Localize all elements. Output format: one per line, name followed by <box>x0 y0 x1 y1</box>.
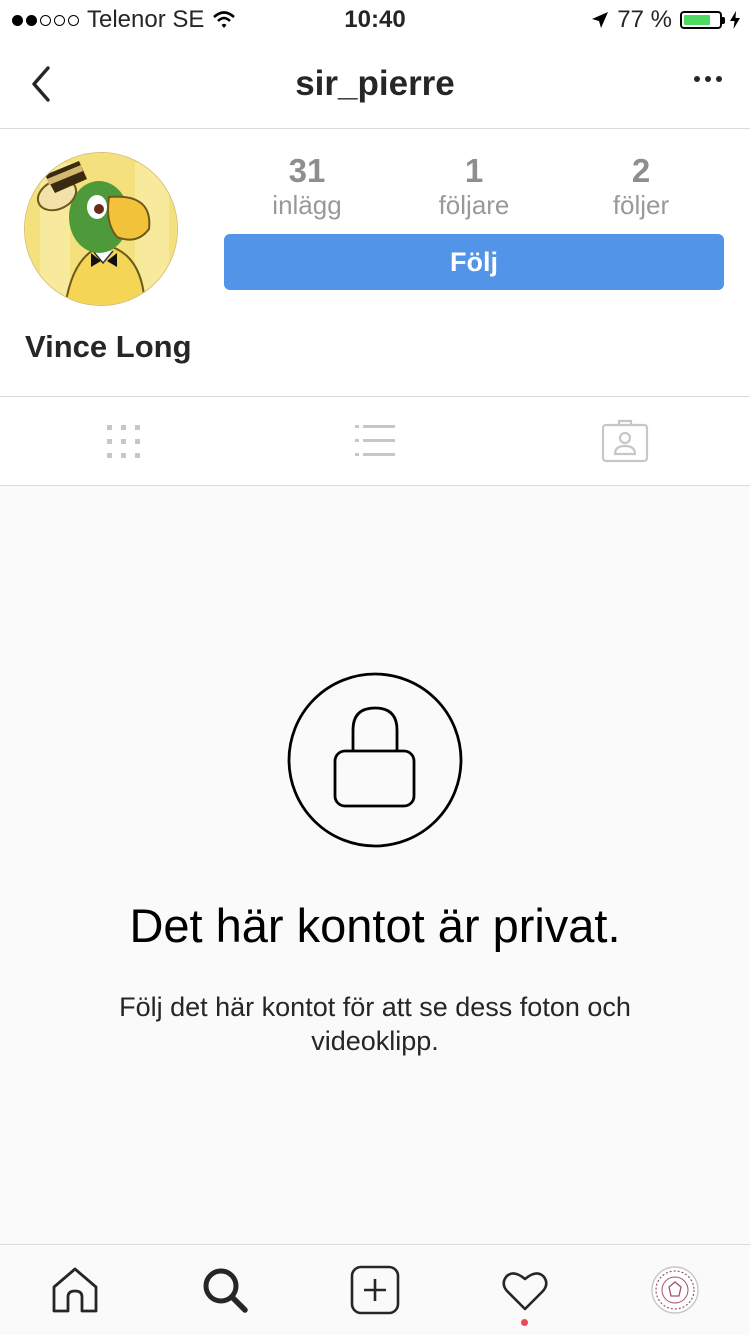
location-arrow-icon <box>592 12 609 28</box>
private-account-description: Följ det här kontot för att se dess foto… <box>119 992 631 1056</box>
heart-icon[interactable] <box>500 1265 550 1315</box>
more-options-icon[interactable] <box>694 76 722 82</box>
posts-count: 31 <box>288 152 326 189</box>
profile-avatar-icon[interactable] <box>650 1265 700 1315</box>
posts-stat: 31 inlägg <box>227 151 387 219</box>
profile-avatar[interactable] <box>24 152 178 306</box>
following-label: följer <box>612 190 670 220</box>
profile-header: 31 inlägg 1 följare 2 följer Följ Vince … <box>0 129 750 397</box>
posts-label: inlägg <box>272 190 342 220</box>
profile-username: sir_pierre <box>295 64 455 103</box>
status-bar: Telenor SE 10:40 77 % <box>0 0 750 40</box>
activity-notification-dot <box>521 1319 528 1326</box>
list-icon[interactable] <box>352 419 400 463</box>
bottom-tab-bar <box>0 1244 750 1335</box>
battery-percentage: 77 % <box>617 6 672 33</box>
followers-label: följare <box>438 190 510 220</box>
private-account-panel: Det här kontot är privat. Följ det här k… <box>0 486 750 1244</box>
search-icon[interactable] <box>200 1265 250 1315</box>
profile-view-tabs <box>0 397 750 486</box>
following-stat[interactable]: 2 följer <box>561 151 721 219</box>
home-icon[interactable] <box>50 1265 100 1315</box>
follow-button[interactable]: Följ <box>224 234 724 290</box>
add-post-icon[interactable] <box>350 1265 400 1315</box>
navigation-bar: sir_pierre <box>0 40 750 129</box>
lock-icon <box>287 672 463 848</box>
battery-icon <box>680 11 725 29</box>
followers-stat[interactable]: 1 följare <box>394 151 554 219</box>
tagged-icon[interactable] <box>601 419 649 463</box>
status-right: 77 % <box>591 6 740 34</box>
profile-full-name: Vince Long <box>25 329 192 364</box>
followers-count: 1 <box>464 152 484 189</box>
following-count: 2 <box>631 152 651 189</box>
grid-icon[interactable] <box>100 419 148 463</box>
private-account-title: Det här kontot är privat. <box>129 899 621 952</box>
charging-bolt-icon <box>730 11 740 29</box>
